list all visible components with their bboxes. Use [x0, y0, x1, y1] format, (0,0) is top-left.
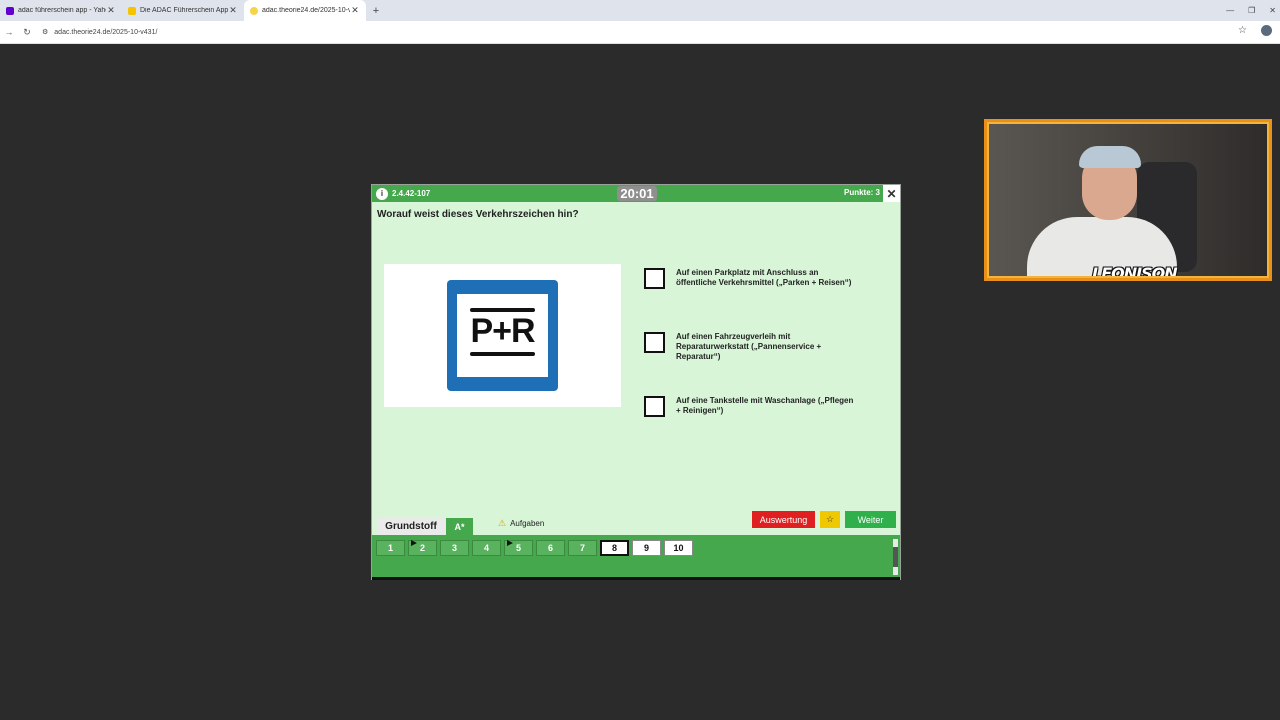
question-id: 2.4.42-107 [392, 189, 431, 198]
question-number-label: 8 [611, 543, 617, 553]
address-bar: → ↻ ⚙ adac.theorie24.de/2025-10-v431/ ☆ [0, 21, 1280, 44]
tab-title: Die ADAC Führerschein App [140, 7, 228, 14]
reload-icon[interactable]: ↻ [18, 27, 36, 38]
weiter-button[interactable]: Weiter [845, 511, 896, 528]
question-number-label: 6 [547, 543, 553, 553]
park-and-ride-sign-icon: P+R [447, 280, 558, 391]
question-number-5[interactable]: 5 [504, 540, 533, 556]
close-icon[interactable]: ✕ [883, 185, 900, 202]
webcam-overlay: LEONISON [984, 119, 1272, 281]
question-number-8[interactable]: 8 [600, 540, 629, 556]
flag-icon [507, 540, 513, 546]
tab-title: adac führerschein app - Yahoo [18, 7, 106, 14]
quiz-dialog: i 2.4.42-107 20:01 Punkte: 3 ✕ Worauf we… [371, 184, 901, 580]
browser-tab-bar: adac führerschein app - Yahoo ✕ Die ADAC… [0, 0, 1280, 21]
tab-grundstoff[interactable]: Grundstoff [377, 518, 445, 535]
question-number-label: 3 [451, 543, 457, 553]
answer-checkbox[interactable] [644, 332, 665, 353]
adac-favicon-icon [128, 6, 136, 15]
scrollbar[interactable] [893, 539, 898, 575]
forward-icon[interactable]: → [0, 27, 18, 37]
info-icon[interactable]: i [376, 187, 388, 200]
question-number-label: 10 [673, 543, 684, 553]
quiz-header: i 2.4.42-107 20:01 Punkte: 3 ✕ [372, 185, 900, 202]
question-number-10[interactable]: 10 [664, 540, 693, 556]
question-navigator: 1 2 3 4 5 6 7 8 9 10 [372, 535, 900, 579]
restore-icon[interactable]: ❐ [1248, 6, 1255, 15]
tab-close-icon[interactable]: ✕ [106, 5, 116, 16]
question-number-label: 9 [643, 543, 649, 553]
browser-tab-3[interactable]: adac.theorie24.de/2025-10-v4 ✕ [244, 0, 366, 21]
footer-border [372, 577, 900, 580]
question-number-label: 5 [515, 543, 521, 553]
question-number-list: 1 2 3 4 5 6 7 8 9 10 [376, 540, 693, 556]
answer-checkbox[interactable] [644, 268, 665, 289]
sign-image: P+R [384, 264, 621, 407]
url-field[interactable]: ⚙ adac.theorie24.de/2025-10-v431/ [42, 28, 158, 37]
mark-star-button[interactable]: ☆ [820, 511, 840, 528]
question-number-label: 4 [483, 543, 489, 553]
answer-text: Auf einen Fahrzeugverleih mit Reparaturw… [676, 332, 822, 361]
question-number-label: 7 [579, 543, 585, 553]
theorie24-favicon-icon [250, 6, 258, 15]
tasks-label: Aufgaben [510, 519, 545, 528]
site-info-icon[interactable]: ⚙ [42, 28, 48, 36]
browser-tab-1[interactable]: adac führerschein app - Yahoo ✕ [0, 0, 122, 21]
tab-title: adac.theorie24.de/2025-10-v4 [262, 7, 350, 14]
question-number-label: 1 [387, 543, 393, 553]
question-number-6[interactable]: 6 [536, 540, 565, 556]
auswertung-button[interactable]: Auswertung [752, 511, 815, 528]
yahoo-favicon-icon [6, 6, 14, 15]
window-controls: — ❐ ✕ [1226, 0, 1276, 21]
tab-close-icon[interactable]: ✕ [228, 5, 238, 16]
question-number-3[interactable]: 3 [440, 540, 469, 556]
flag-icon [411, 540, 417, 546]
question-number-2[interactable]: 2 [408, 540, 437, 556]
points: Punkte: 3 [843, 188, 880, 197]
warning-icon: ⚠ [498, 518, 507, 528]
timer: 20:01 [617, 186, 657, 201]
answer-option-2[interactable]: Auf einen Fahrzeugverleih mit Reparaturw… [644, 332, 854, 362]
tab-close-icon[interactable]: ✕ [350, 5, 360, 16]
minimize-icon[interactable]: — [1226, 6, 1234, 15]
browser-tab-2[interactable]: Die ADAC Führerschein App ✕ [122, 0, 244, 21]
question-text: Worauf weist dieses Verkehrszeichen hin? [377, 209, 579, 220]
close-window-icon[interactable]: ✕ [1269, 6, 1276, 15]
question-number-9[interactable]: 9 [632, 540, 661, 556]
question-number-label: 2 [419, 543, 425, 553]
answer-checkbox[interactable] [644, 396, 665, 417]
answer-text: Auf eine Tankstelle mit Waschanlage („Pf… [676, 396, 854, 415]
url-text: adac.theorie24.de/2025-10-v431/ [54, 28, 158, 36]
scrollbar-thumb[interactable] [893, 547, 898, 567]
new-tab-button[interactable]: + [366, 0, 386, 21]
question-number-7[interactable]: 7 [568, 540, 597, 556]
question-number-4[interactable]: 4 [472, 540, 501, 556]
tab-class[interactable]: A* [446, 518, 473, 535]
answer-text: Auf einen Parkplatz mit Anschluss an öff… [676, 268, 852, 287]
answer-option-1[interactable]: Auf einen Parkplatz mit Anschluss an öff… [644, 268, 854, 289]
sign-text: P+R [470, 312, 535, 350]
profile-avatar[interactable] [1261, 25, 1272, 36]
question-number-1[interactable]: 1 [376, 540, 405, 556]
bookmark-star-icon[interactable]: ☆ [1238, 25, 1247, 36]
tasks-link[interactable]: ⚠ Aufgaben [498, 518, 544, 529]
answer-option-3[interactable]: Auf eine Tankstelle mit Waschanlage („Pf… [644, 396, 854, 417]
